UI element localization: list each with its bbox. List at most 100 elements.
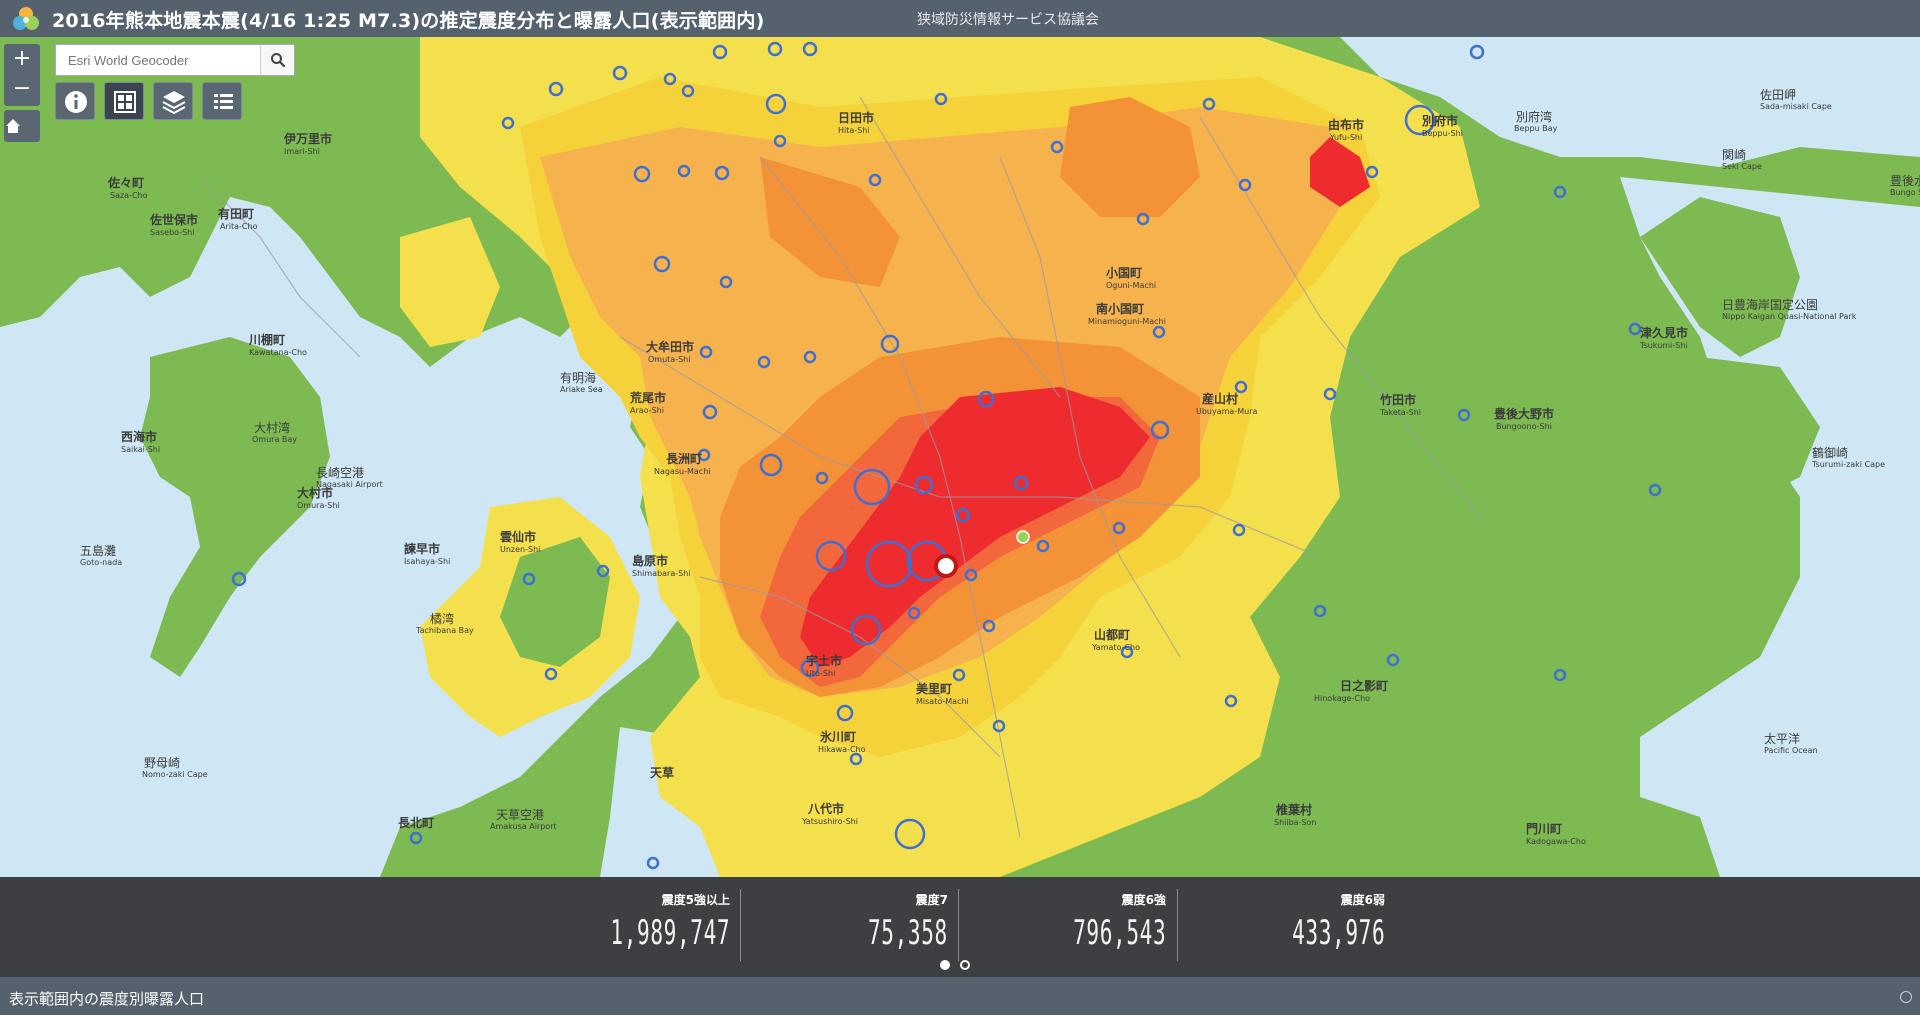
svg-text:長崎空港: 長崎空港 [316,466,364,480]
svg-text:西海市: 西海市 [121,429,157,444]
svg-text:Taketa-Shi: Taketa-Shi [1379,408,1421,417]
intensity-map: 佐々町 Saza-Cho 佐世保市 Sasebo-Shi 有田町 Arita-C… [0,37,1920,877]
stat-divider [958,889,959,961]
svg-text:長北町: 長北町 [398,815,434,830]
map-view[interactable]: 佐々町 Saza-Cho 佐世保市 Sasebo-Shi 有田町 Arita-C… [0,37,1920,877]
svg-text:Oguni-Machi: Oguni-Machi [1106,281,1156,290]
layers-button[interactable] [153,82,193,120]
legend-list-icon [214,94,233,109]
app-header: 2016年熊本地震本震(4/16 1:25 M7.3)の推定震度分布と曝露人口(… [0,0,1920,37]
svg-text:川棚町: 川棚町 [248,332,285,347]
svg-text:産山村: 産山村 [1202,391,1238,406]
svg-text:Saza-Cho: Saza-Cho [110,191,148,200]
svg-text:Yufu-Shi: Yufu-Shi [1329,133,1362,142]
svg-text:関崎: 関崎 [1722,148,1746,162]
panel-toggle-icon[interactable] [1900,991,1912,1003]
svg-text:山都町: 山都町 [1094,627,1130,642]
svg-text:天草: 天草 [650,765,674,780]
svg-text:日田市: 日田市 [838,110,874,125]
info-icon [65,91,87,113]
svg-text:Saikai-Shi: Saikai-Shi [121,445,160,454]
home-button[interactable] [4,110,40,142]
svg-text:有田町: 有田町 [218,206,254,221]
svg-text:Hinokage-Cho: Hinokage-Cho [1314,694,1370,703]
svg-text:南小国町: 南小国町 [1096,301,1144,316]
zoom-out-button[interactable]: − [4,74,40,104]
dashboard-button[interactable] [104,82,144,120]
stat-value: 1,989,747 [610,913,730,953]
legend-button[interactable] [202,82,242,120]
svg-text:諫早市: 諫早市 [404,541,440,556]
svg-text:Ariake Sea: Ariake Sea [560,385,603,394]
svg-text:Bungo Strait: Bungo Strait [1890,188,1920,197]
svg-text:宇土市: 宇土市 [806,653,842,668]
epicenter-marker [934,554,958,578]
svg-text:鶴御崎: 鶴御崎 [1812,445,1848,460]
svg-text:Uto-Shi: Uto-Shi [806,669,835,678]
stat-shindo-5-upper-plus: 震度5強以上 1,989,747 [530,885,740,965]
svg-text:Bungoono-Shi: Bungoono-Shi [1496,422,1552,431]
svg-text:Nippo Kaigan Quasi-National Pa: Nippo Kaigan Quasi-National Park [1722,312,1857,321]
geocoder-search [55,44,295,76]
svg-text:Beppu Bay: Beppu Bay [1514,124,1558,133]
svg-text:佐田岬: 佐田岬 [1760,88,1796,102]
svg-text:Amakusa Airport: Amakusa Airport [490,822,557,831]
stat-divider [1177,889,1178,961]
svg-text:雲仙市: 雲仙市 [500,529,536,544]
stat-label: 震度5強以上 [661,893,730,907]
svg-text:長洲町: 長洲町 [666,451,702,466]
svg-text:Pacific Ocean: Pacific Ocean [1764,746,1818,755]
svg-text:小国町: 小国町 [1106,265,1142,280]
svg-text:天草空港: 天草空港 [496,808,544,822]
svg-text:門川町: 門川町 [1526,822,1562,836]
svg-text:Shiiba-Son: Shiiba-Son [1274,818,1317,827]
svg-text:Kawatana-Cho: Kawatana-Cho [249,348,307,357]
home-icon [6,119,20,133]
stat-shindo-7: 震度7 75,358 [748,885,958,965]
svg-text:野母崎: 野母崎 [144,756,180,770]
svg-text:大牟田市: 大牟田市 [646,339,694,354]
svg-text:有明海: 有明海 [560,370,596,385]
svg-text:Arao-Shi: Arao-Shi [630,406,664,415]
about-button[interactable] [55,82,95,120]
svg-text:島原市: 島原市 [632,553,668,568]
svg-text:日豊海岸国定公園: 日豊海岸国定公園 [1722,297,1818,312]
svg-text:荒尾市: 荒尾市 [629,390,666,405]
svg-text:Arita-Cho: Arita-Cho [220,222,258,231]
search-input[interactable] [56,45,261,75]
pager-dot-2[interactable] [960,960,970,970]
svg-text:Minamioguni-Machi: Minamioguni-Machi [1088,317,1166,326]
svg-text:Kadogawa-Cho: Kadogawa-Cho [1526,837,1586,846]
panel-footer: 表示範囲内の震度別曝露人口 [0,977,1920,1015]
svg-text:別府湾: 別府湾 [1516,109,1552,124]
app-subtitle: 狭域防災情報サービス協議会 [917,12,1099,28]
stat-label: 震度6強 [1121,893,1166,907]
search-icon [271,53,286,68]
svg-text:伊万里市: 伊万里市 [283,131,332,146]
stat-label: 震度6弱 [1340,893,1385,907]
svg-text:Imari-Shi: Imari-Shi [284,147,320,156]
svg-text:Hita-Shi: Hita-Shi [838,126,870,135]
app-logo-icon [13,7,39,30]
svg-text:Nomo-zaki Cape: Nomo-zaki Cape [142,770,208,779]
svg-text:八代市: 八代市 [807,801,844,816]
svg-text:Isahaya-Shi: Isahaya-Shi [404,557,450,566]
svg-text:Hikawa-Cho: Hikawa-Cho [818,745,866,754]
svg-text:豊後大野市: 豊後大野市 [1494,406,1554,421]
svg-text:Yamato-Cho: Yamato-Cho [1091,643,1140,652]
dashboard-icon [114,91,136,113]
svg-text:Omura Bay: Omura Bay [252,435,297,444]
svg-text:Seki Cape: Seki Cape [1722,162,1762,171]
svg-text:Beppu-Shi: Beppu-Shi [1422,129,1463,138]
zoom-in-button[interactable]: + [4,44,40,74]
stat-value: 796,543 [1072,913,1166,953]
search-button[interactable] [260,45,294,75]
svg-text:橘湾: 橘湾 [430,611,454,626]
svg-text:竹田市: 竹田市 [1379,392,1416,407]
svg-text:氷川町: 氷川町 [819,729,856,744]
svg-text:Omura-Shi: Omura-Shi [297,501,340,510]
svg-text:佐世保市: 佐世保市 [149,212,198,227]
app-title: 2016年熊本地震本震(4/16 1:25 M7.3)の推定震度分布と曝露人口(… [52,10,765,32]
layers-icon [162,91,186,115]
pager-dot-1[interactable] [940,960,950,970]
